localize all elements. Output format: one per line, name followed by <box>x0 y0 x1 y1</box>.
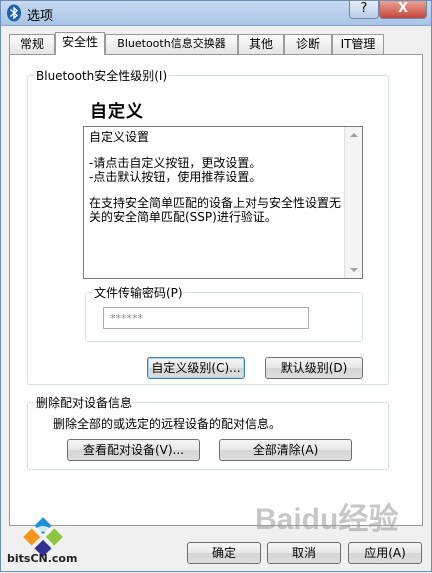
tab-other[interactable]: 其他 <box>238 34 284 54</box>
help-button[interactable]: ? <box>349 1 379 19</box>
watermark-text: Baidu经验 <box>255 502 398 536</box>
security-level-label: Bluetooth安全性级别(I) <box>36 69 168 83</box>
tab-security[interactable]: 安全性 <box>55 32 105 55</box>
description-text: 自定义设置 -请点击自定义按钮，更改设置。 -点击默认按钮，使用推荐设置。 在支… <box>89 130 344 236</box>
tab-diagnostics[interactable]: 诊断 <box>284 34 332 54</box>
description-line: 自定义设置 <box>89 130 150 144</box>
cancel-button[interactable]: 取消 <box>267 542 341 564</box>
title-buttons: ? X <box>349 1 427 20</box>
title-bar: 选项 ? X <box>1 1 431 26</box>
scroll-up-arrow-icon[interactable] <box>350 133 358 137</box>
default-level-button[interactable]: 默认级别(D) <box>265 357 363 379</box>
bluetooth-icon <box>7 4 21 22</box>
bitscn-logo-text: bitsCN.com <box>7 552 78 565</box>
options-dialog: 选项 ? X 常规 安全性 Bluetooth信息交换器 其他 诊断 IT管理 … <box>0 0 432 572</box>
ok-button[interactable]: 确定 <box>187 542 261 564</box>
custom-level-button[interactable]: 自定义级别(C)... <box>147 357 245 379</box>
tab-strip: 常规 安全性 Bluetooth信息交换器 其他 诊断 IT管理 <box>9 32 425 55</box>
view-paired-devices-button[interactable]: 查看配对设备(V)... <box>67 439 200 461</box>
description-line: 在支持安全简单匹配的设备上对与安全性设置无关的安全简单匹配(SSP)进行验证。 <box>89 196 342 224</box>
scroll-down-arrow-icon[interactable] <box>350 268 358 272</box>
baidu-watermark-icon: Baidu经验 <box>255 502 398 536</box>
close-button[interactable]: X <box>379 1 427 19</box>
file-transfer-password-label: 文件传输密码(P) <box>94 286 183 300</box>
description-box[interactable]: 自定义设置 -请点击自定义按钮，更改设置。 -点击默认按钮，使用推荐设置。 在支… <box>83 126 363 279</box>
tab-it-management[interactable]: IT管理 <box>332 34 384 54</box>
file-transfer-password-input[interactable] <box>103 307 309 329</box>
pairing-description: 删除全部的或选定的远程设备的配对信息。 <box>53 417 282 431</box>
tab-general[interactable]: 常规 <box>9 34 55 54</box>
window-title: 选项 <box>27 9 54 24</box>
description-line: -请点击自定义按钮，更改设置。 -点击默认按钮，使用推荐设置。 <box>89 156 262 184</box>
clear-all-button[interactable]: 全部清除(A) <box>219 439 352 461</box>
description-scrollbar[interactable] <box>344 127 362 278</box>
apply-button[interactable]: 应用(A) <box>348 542 422 564</box>
profile-name: 自定义 <box>90 102 144 122</box>
pairing-info-label: 删除配对设备信息 <box>36 396 133 410</box>
tab-bluetooth-exchanger[interactable]: Bluetooth信息交换器 <box>105 34 238 54</box>
